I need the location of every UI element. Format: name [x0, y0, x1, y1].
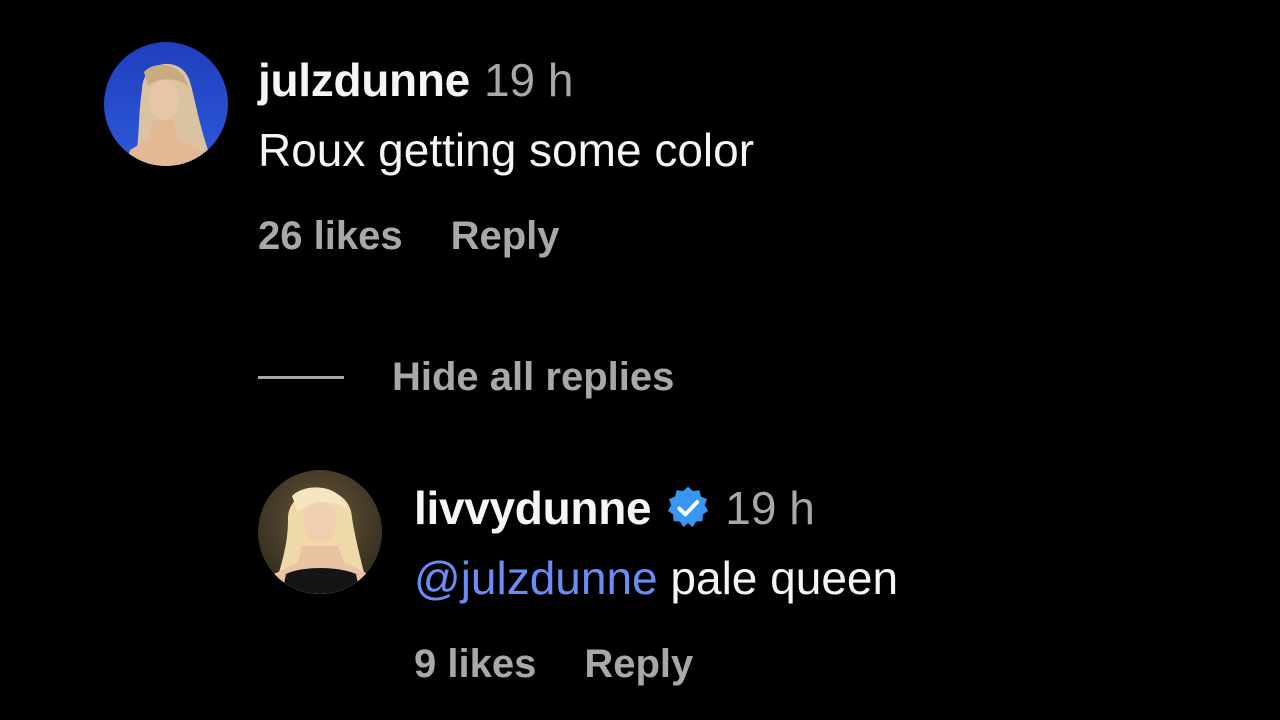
hide-replies-label[interactable]: Hide all replies [392, 355, 674, 400]
avatar-image [104, 42, 228, 166]
reply-body: livvydunne 19 h @julzdunne pale queen 9 … [414, 478, 898, 692]
timestamp: 19 h [725, 482, 815, 534]
verified-badge-icon [665, 485, 711, 531]
reply-button[interactable]: Reply [451, 214, 560, 259]
comment-header: julzdunne 19 h [258, 50, 754, 110]
julzdunne-avatar[interactable] [104, 42, 228, 166]
replies-divider-line [258, 375, 344, 379]
livvydunne-avatar[interactable] [258, 470, 382, 594]
avatar-image [258, 470, 382, 594]
comments-thread: julzdunne 19 h Roux getting some color 2… [0, 0, 1280, 720]
mention-link[interactable]: @julzdunne [414, 552, 658, 604]
timestamp: 19 h [483, 54, 574, 106]
username[interactable]: livvydunne [414, 481, 652, 535]
reply-button[interactable]: Reply [584, 642, 693, 687]
comment-body: julzdunne 19 h Roux getting some color 2… [258, 50, 754, 264]
reply-actions: 9 likes Reply [414, 636, 898, 692]
reply-text: @julzdunne pale queen [414, 542, 898, 614]
comment-text: Roux getting some color [258, 114, 754, 186]
comment-text-content: Roux getting some color [258, 124, 755, 176]
reply-header: livvydunne 19 h [414, 478, 898, 538]
likes-count[interactable]: 26 likes [258, 214, 403, 259]
username[interactable]: julzdunne [258, 53, 470, 107]
hide-replies-toggle[interactable]: Hide all replies [258, 352, 674, 402]
comment-actions: 26 likes Reply [258, 208, 754, 264]
reply-text-content: pale queen [657, 552, 899, 604]
likes-count[interactable]: 9 likes [414, 642, 536, 687]
